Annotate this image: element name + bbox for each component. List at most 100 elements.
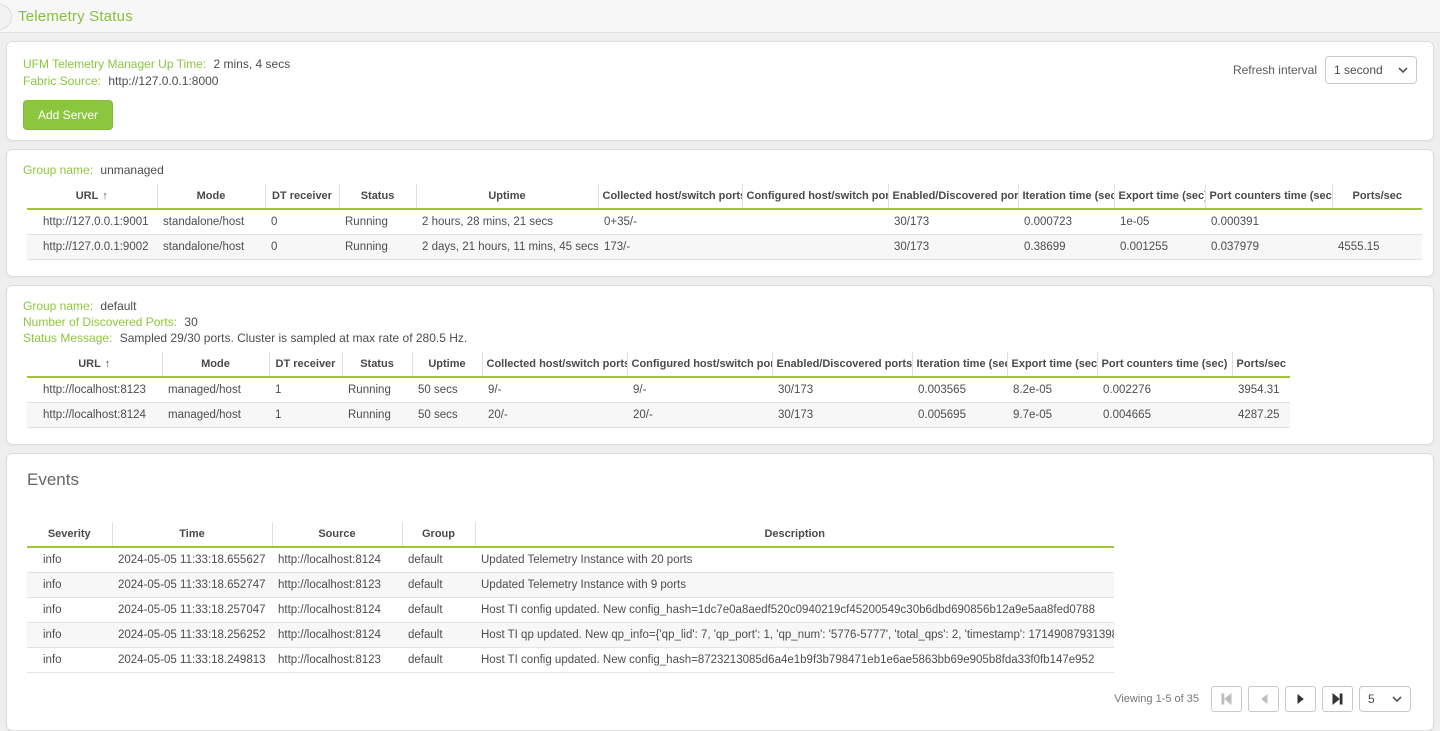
events-table: SeverityTimeSourceGroupDescription info2… <box>27 522 1114 673</box>
fabric-source-row: Fabric Source: http://127.0.0.1:8000 <box>23 73 1417 90</box>
table-cell: 4555.15 <box>1332 235 1422 260</box>
servers-table-default: URL↑ModeDT receiverStatusUptimeCollected… <box>27 352 1290 428</box>
column-header[interactable]: Configured host/switch ports <box>627 352 772 377</box>
column-header[interactable]: Iteration time (sec) <box>1018 184 1114 209</box>
table-cell: 0.002276 <box>1097 377 1232 403</box>
events-pagination: Viewing 1-5 of 35 5 <box>1114 686 1411 712</box>
column-header[interactable]: URL↑ <box>27 352 162 377</box>
table-cell: 2 days, 21 hours, 11 mins, 45 secs <box>416 235 598 260</box>
column-header[interactable]: Status <box>339 184 416 209</box>
table-cell: info <box>27 547 112 573</box>
table-cell: 9/- <box>627 377 772 403</box>
page-size-value: 5 <box>1368 692 1375 706</box>
first-page-button[interactable] <box>1211 686 1242 712</box>
first-page-icon <box>1221 693 1232 705</box>
table-cell: Running <box>342 377 412 403</box>
column-header[interactable]: Collected host/switch ports <box>598 184 742 209</box>
fabric-source-label: Fabric Source: <box>23 74 101 88</box>
table-cell: 30/173 <box>772 377 912 403</box>
column-header[interactable]: Uptime <box>412 352 482 377</box>
table-row: http://localhost:8124managed/host1Runnin… <box>27 403 1290 428</box>
column-header[interactable]: DT receiver <box>265 184 339 209</box>
column-header[interactable]: DT receiver <box>269 352 342 377</box>
table-cell: 50 secs <box>412 377 482 403</box>
table-cell: Running <box>339 209 416 235</box>
column-header[interactable]: Severity <box>27 522 112 547</box>
table-row: info2024-05-05 11:33:18.655627http://loc… <box>27 547 1114 573</box>
column-header[interactable]: Export time (sec) <box>1007 352 1097 377</box>
table-cell: http://localhost:8123 <box>27 377 162 403</box>
table-cell: http://127.0.0.1:9002 <box>27 235 157 260</box>
column-header[interactable]: Status <box>342 352 412 377</box>
column-header[interactable]: Time <box>112 522 272 547</box>
table-cell: 0.38699 <box>1018 235 1114 260</box>
column-header[interactable]: Configured host/switch ports <box>742 184 888 209</box>
table-cell: 9/- <box>482 377 627 403</box>
group-panel-unmanaged: Group name: unmanaged URL↑ModeDT receive… <box>6 149 1434 277</box>
table-cell: info <box>27 648 112 673</box>
table-cell: http://localhost:8124 <box>27 403 162 428</box>
table-cell: standalone/host <box>157 209 265 235</box>
last-page-icon <box>1332 693 1343 705</box>
table-cell: 50 secs <box>412 403 482 428</box>
column-header[interactable]: Source <box>272 522 402 547</box>
table-cell: default <box>402 547 475 573</box>
table-cell <box>742 235 888 260</box>
table-cell: Host TI config updated. New config_hash=… <box>475 598 1114 623</box>
column-header[interactable]: Port counters time (sec) <box>1205 184 1332 209</box>
column-header[interactable]: Ports/sec <box>1332 184 1422 209</box>
table-cell: standalone/host <box>157 235 265 260</box>
table-cell: 1e-05 <box>1114 209 1205 235</box>
table-cell: 3954.31 <box>1232 377 1290 403</box>
table-cell: http://127.0.0.1:9001 <box>27 209 157 235</box>
table-cell: 2 hours, 28 mins, 21 secs <box>416 209 598 235</box>
column-header[interactable]: Description <box>475 522 1114 547</box>
table-cell: 4287.25 <box>1232 403 1290 428</box>
last-page-button[interactable] <box>1322 686 1353 712</box>
events-title: Events <box>7 470 1433 490</box>
table-cell <box>742 209 888 235</box>
refresh-interval-value: 1 second <box>1334 63 1383 77</box>
group-name-row: Group name: default <box>23 298 1417 314</box>
column-header[interactable]: Uptime <box>416 184 598 209</box>
column-header[interactable]: Mode <box>157 184 265 209</box>
sidebar-toggle-icon[interactable] <box>0 4 12 30</box>
add-server-button[interactable]: Add Server <box>23 100 113 130</box>
table-cell: 30/173 <box>888 209 1018 235</box>
servers-table-unmanaged: URL↑ModeDT receiverStatusUptimeCollected… <box>27 184 1422 260</box>
column-header[interactable]: Ports/sec <box>1232 352 1290 377</box>
table-row: http://localhost:8123managed/host1Runnin… <box>27 377 1290 403</box>
table-cell: managed/host <box>162 377 269 403</box>
refresh-interval-select[interactable]: 1 second <box>1325 56 1417 84</box>
table-cell: 9.7e-05 <box>1007 403 1097 428</box>
discovered-ports-value: 30 <box>184 315 197 329</box>
table-cell: 0.000391 <box>1205 209 1332 235</box>
page-size-select[interactable]: 5 <box>1359 686 1411 712</box>
column-header[interactable]: Enabled/Discovered ports <box>772 352 912 377</box>
table-cell: default <box>402 598 475 623</box>
column-header[interactable]: Collected host/switch ports <box>482 352 627 377</box>
table-cell: 0.004665 <box>1097 403 1232 428</box>
table-row: info2024-05-05 11:33:18.249813http://loc… <box>27 648 1114 673</box>
column-header[interactable]: Export time (sec) <box>1114 184 1205 209</box>
table-cell: 2024-05-05 11:33:18.249813 <box>112 648 272 673</box>
column-header[interactable]: Mode <box>162 352 269 377</box>
column-header[interactable]: Enabled/Discovered ports <box>888 184 1018 209</box>
table-cell: Running <box>339 235 416 260</box>
previous-page-button[interactable] <box>1248 686 1279 712</box>
sort-ascending-icon: ↑ <box>102 190 108 202</box>
group-name-value: unmanaged <box>100 163 163 177</box>
uptime-row: UFM Telemetry Manager Up Time: 2 mins, 4… <box>23 56 1417 73</box>
column-header[interactable]: Iteration time (sec) <box>912 352 1007 377</box>
table-cell: http://localhost:8124 <box>272 598 402 623</box>
table-cell: 0.003565 <box>912 377 1007 403</box>
chevron-down-icon <box>1392 695 1402 703</box>
next-page-button[interactable] <box>1285 686 1316 712</box>
column-header[interactable]: Group <box>402 522 475 547</box>
table-row: http://127.0.0.1:9001standalone/host0Run… <box>27 209 1422 235</box>
column-header[interactable]: Port counters time (sec) <box>1097 352 1232 377</box>
group-name-label: Group name: <box>23 163 93 177</box>
column-header[interactable]: URL↑ <box>27 184 157 209</box>
uptime-value: 2 mins, 4 secs <box>214 57 291 71</box>
table-cell: default <box>402 648 475 673</box>
